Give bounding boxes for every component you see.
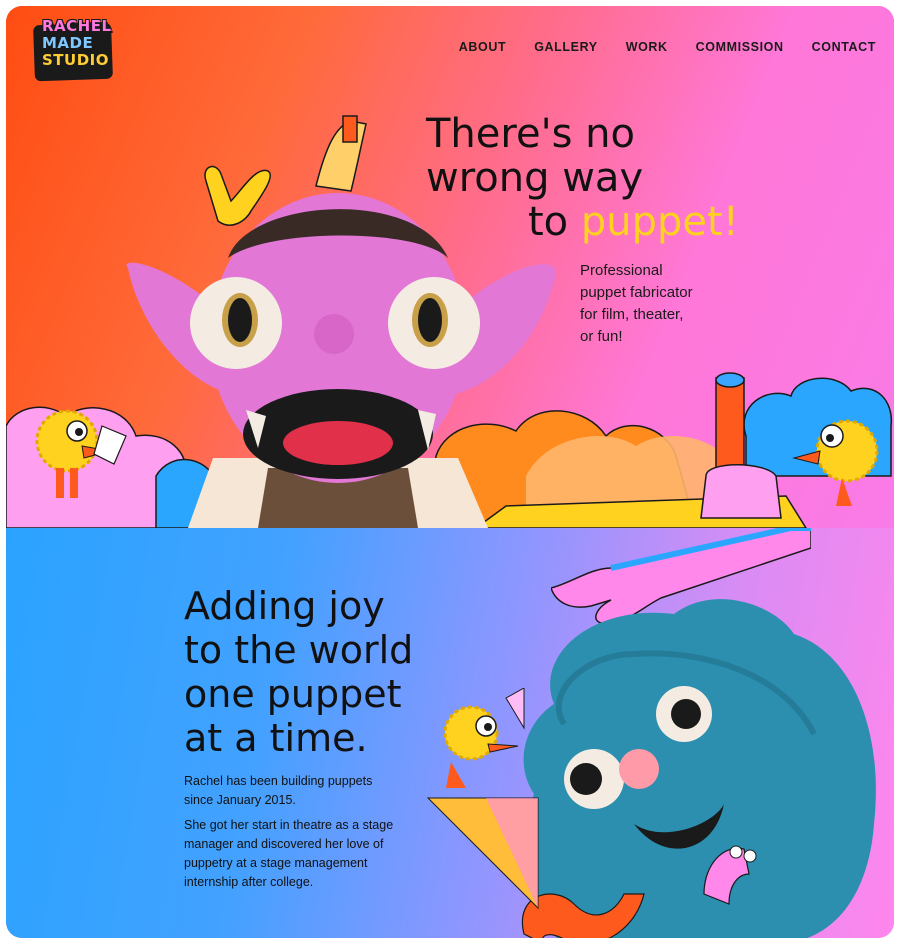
about-decorations [426,688,539,910]
about-title: Adding joy to the world one puppet at a … [184,584,464,760]
headline-prefix: to [528,199,581,245]
hero-tagline: Professional puppet fabricator for film,… [580,260,740,348]
headline-line-1: There's no [426,111,635,157]
hero-headline: There's no wrong way to puppet! [426,112,766,244]
about-paragraph-2: She got her start in theatre as a stage … [184,818,394,889]
about-title-line-4: at a time. [184,716,368,760]
about-title-line-2: to the world [184,628,414,672]
tagline-line-3: for film, theater, [580,306,684,323]
yellow-bird-icon [35,409,127,498]
about-title-line-3: one puppet [184,672,402,716]
tagline-line-1: Professional [580,262,663,279]
headline-line-3: to puppet! [426,200,766,244]
page-frame: RACHEL MADE STUDIO ABOUT GALLERY WORK CO… [6,6,894,938]
headline-accent: puppet! [580,199,739,245]
about-section: Adding joy to the world one puppet at a … [6,528,894,938]
about-paragraph-1: Rachel has been building puppets since J… [184,774,373,807]
tagline-line-2: puppet fabricator [580,284,693,301]
tagline-line-4: or fun! [580,328,623,345]
about-title-line-1: Adding joy [184,584,385,628]
headline-line-2: wrong way [426,155,644,201]
yellow-bird-icon-right [792,419,879,506]
hero-section: RACHEL MADE STUDIO ABOUT GALLERY WORK CO… [6,6,894,528]
